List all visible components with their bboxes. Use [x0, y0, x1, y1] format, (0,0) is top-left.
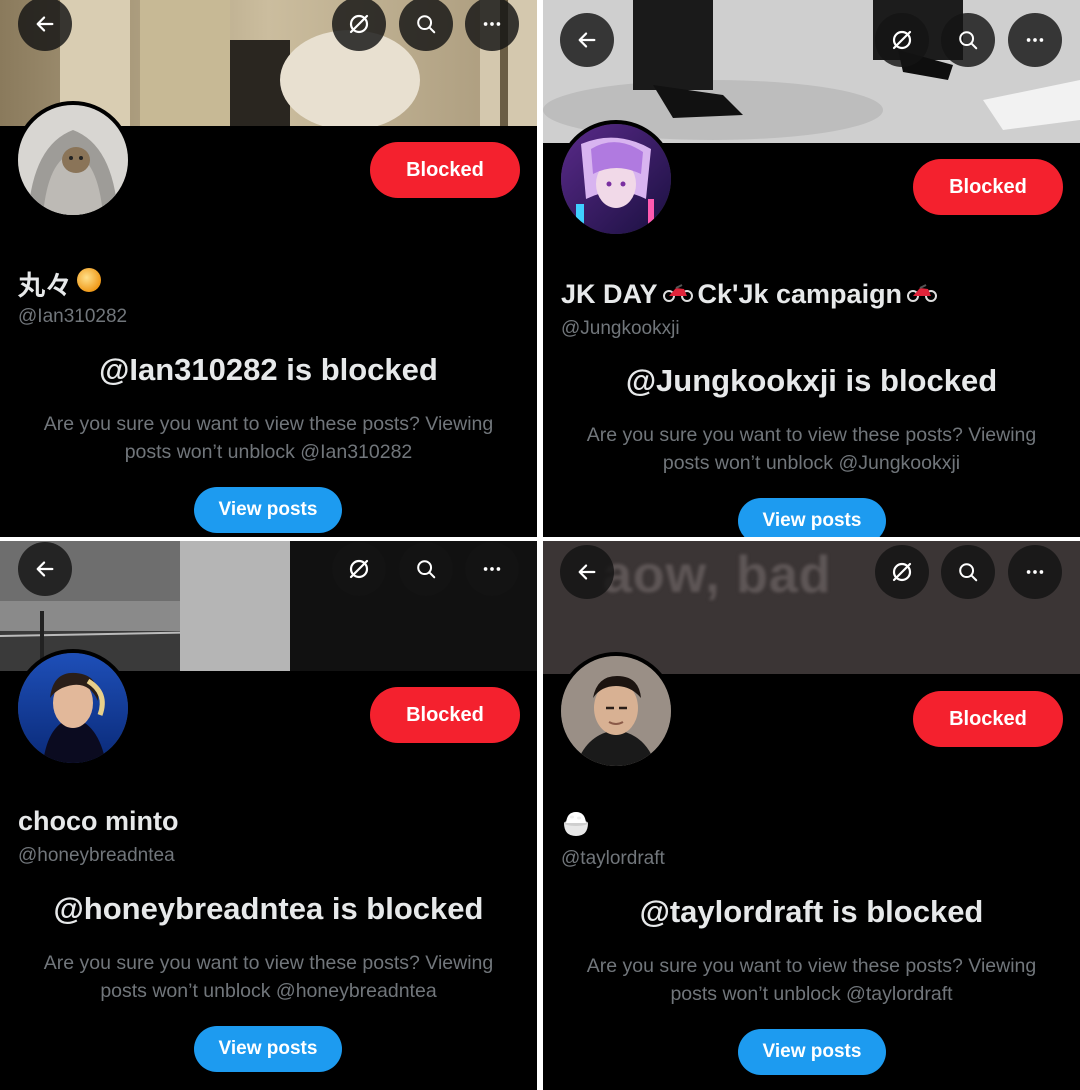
more-horizontal-icon [481, 13, 503, 35]
view-posts-button[interactable]: View posts [738, 498, 886, 537]
arrow-left-icon [576, 29, 598, 51]
handle: @taylordraft [561, 848, 665, 869]
more-horizontal-icon [1024, 29, 1046, 51]
blocked-title: @honeybreadntea is blocked [53, 891, 484, 926]
orange-sun-emoji [76, 267, 102, 300]
profile-panel-honeybreadntea: Blocked choco minto @honeybreadntea @hon… [0, 541, 537, 1090]
search-icon [957, 561, 979, 583]
blocked-button[interactable]: Blocked [370, 142, 520, 198]
arrow-left-icon [34, 13, 56, 35]
more-button[interactable] [1008, 13, 1062, 67]
blocked-button[interactable]: Blocked [913, 691, 1063, 747]
back-button[interactable] [560, 545, 614, 599]
blocked-description: Are you sure you want to view these post… [586, 955, 1037, 1005]
blocked-button[interactable]: Blocked [370, 687, 520, 743]
profile-panel-jungkookxji: Blocked JK DAY Ck'Jk campaign @Jungkookx… [543, 0, 1080, 537]
profile-panel-taylordraft: aow, bad Blocked @taylordraft @taylordra… [543, 541, 1080, 1090]
grok-button[interactable] [332, 542, 386, 596]
motorcycle-emoji [906, 279, 938, 310]
avatar[interactable] [14, 101, 132, 219]
blocked-description: Are you sure you want to view these post… [43, 413, 494, 463]
more-button[interactable] [1008, 545, 1062, 599]
motorcycle-emoji [662, 279, 694, 310]
grok-icon [890, 560, 914, 584]
view-posts-button[interactable]: View posts [738, 1029, 886, 1075]
blocked-title: @Jungkookxji is blocked [625, 363, 998, 398]
search-button[interactable] [941, 13, 995, 67]
blocked-description: Are you sure you want to view these post… [586, 424, 1037, 474]
search-icon [415, 558, 437, 580]
back-button[interactable] [18, 542, 72, 596]
search-button[interactable] [399, 542, 453, 596]
grok-icon [890, 28, 914, 52]
more-horizontal-icon [481, 558, 503, 580]
back-button[interactable] [560, 13, 614, 67]
arrow-left-icon [34, 558, 56, 580]
display-name: 丸々 [18, 264, 102, 303]
rice-bowl-emoji [561, 808, 591, 845]
display-name [561, 808, 591, 845]
grok-icon [347, 12, 371, 36]
avatar[interactable] [14, 649, 132, 767]
avatar[interactable] [557, 120, 675, 238]
view-posts-button[interactable]: View posts [194, 1026, 342, 1072]
handle: @honeybreadntea [18, 845, 175, 866]
handle: @Jungkookxji [561, 318, 680, 339]
search-icon [957, 29, 979, 51]
blocked-description: Are you sure you want to view these post… [43, 952, 494, 1002]
search-button[interactable] [941, 545, 995, 599]
view-posts-button[interactable]: View posts [194, 487, 342, 533]
grok-icon [347, 557, 371, 581]
more-button[interactable] [465, 542, 519, 596]
display-name: JK DAY Ck'Jk campaign [561, 279, 938, 310]
avatar[interactable] [557, 652, 675, 770]
more-horizontal-icon [1024, 561, 1046, 583]
profile-panel-ian310282: Blocked 丸々 @Ian310282 @Ian310282 is bloc… [0, 0, 537, 537]
search-icon [415, 13, 437, 35]
arrow-left-icon [576, 561, 598, 583]
banner-text: aow, bad [603, 546, 832, 604]
handle: @Ian310282 [18, 306, 128, 327]
grok-button[interactable] [875, 545, 929, 599]
blocked-title: @Ian310282 is blocked [99, 352, 438, 387]
blocked-button[interactable]: Blocked [913, 159, 1063, 215]
grok-button[interactable] [875, 13, 929, 67]
display-name: choco minto [18, 806, 179, 836]
blocked-title: @taylordraft is blocked [639, 894, 984, 929]
